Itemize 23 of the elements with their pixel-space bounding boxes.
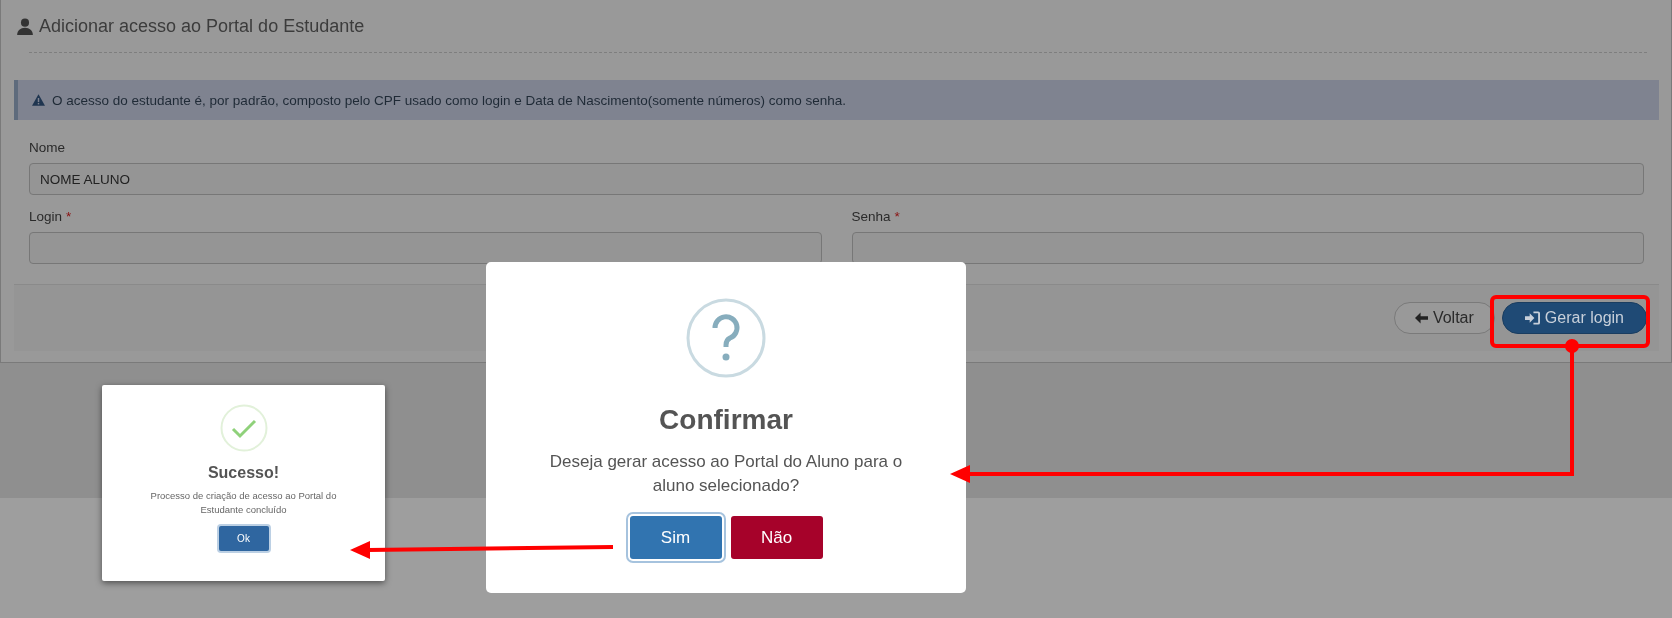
- generate-login-button[interactable]: Gerar login: [1501, 302, 1647, 334]
- field-label: Nome: [29, 140, 65, 155]
- alert-text: O acesso do estudante é, por padrão, composto pelo CPF usado como login e Data de Nascimento(somente números) como senha.: [52, 92, 846, 108]
- user-icon: [16, 17, 34, 35]
- required-mark: *: [66, 209, 72, 224]
- ok-button[interactable]: Ok: [218, 526, 269, 551]
- left-arrow-icon: [1414, 312, 1428, 324]
- field-label: Login: [29, 209, 63, 224]
- text-field[interactable]: [29, 232, 822, 264]
- cancel-button[interactable]: Não: [730, 516, 823, 559]
- dialog-title: Confirmar: [659, 404, 793, 436]
- dialog-title: Sucesso!: [207, 464, 280, 482]
- panel-title: Adicionar acesso ao Portal do Estudante: [39, 15, 365, 37]
- dialog-message: Processo de criação de acesso ao Portal do Estudante concluído: [149, 489, 338, 517]
- field-label: Senha: [851, 209, 891, 224]
- question-icon: [686, 298, 766, 378]
- warning-icon: [32, 94, 45, 106]
- text-field[interactable]: [851, 232, 1644, 264]
- checkmark-icon: [219, 404, 268, 452]
- sign-in-icon: [1524, 311, 1540, 325]
- text-field[interactable]: NOME ALUNO: [29, 163, 1644, 195]
- required-mark: *: [894, 209, 900, 224]
- dialog-message: Deseja gerar acesso ao Portal do Aluno para o aluno selecionado?: [548, 451, 904, 497]
